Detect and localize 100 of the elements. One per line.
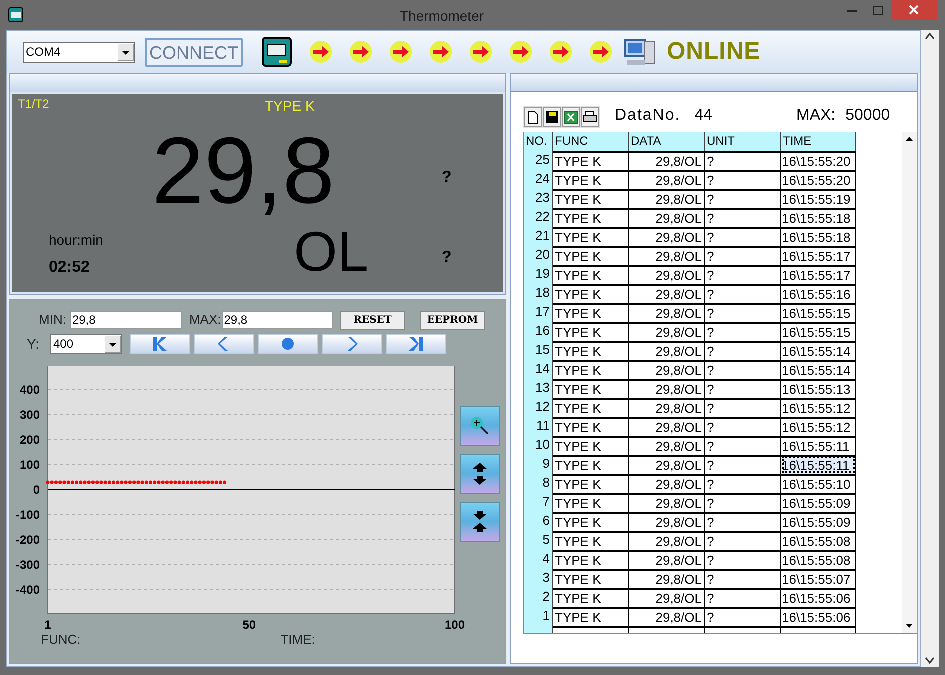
close-button[interactable] xyxy=(891,0,937,20)
table-cell: 29,8/OL xyxy=(629,493,705,512)
table-cell[interactable]: 16\15:55:06 xyxy=(781,607,856,626)
table-cell[interactable]: 16\15:55:08 xyxy=(781,550,856,569)
table-cell: ? xyxy=(705,322,781,341)
table-cell: TYPE K xyxy=(553,512,629,531)
main-unit: ? xyxy=(442,168,452,188)
nav-button[interactable] xyxy=(386,334,446,354)
excel-button[interactable] xyxy=(562,107,580,127)
nav-button[interactable] xyxy=(130,334,190,354)
table-cell[interactable]: 16\15:55:18 xyxy=(781,208,856,227)
row-number: 12 xyxy=(524,398,553,417)
table-cell[interactable]: 16\15:55:18 xyxy=(781,227,856,246)
table-cell[interactable]: 16\15:55:14 xyxy=(781,341,856,360)
port-select[interactable]: COM4 xyxy=(23,42,135,62)
nav-button[interactable] xyxy=(322,334,382,354)
table-cell: 29,8/OL xyxy=(629,227,705,246)
max-field[interactable]: 29,8 xyxy=(222,311,334,329)
table-cell: ? xyxy=(705,531,781,550)
table-cell[interactable]: 16\15:55:08 xyxy=(781,531,856,550)
table-cell[interactable]: 16\15:55:17 xyxy=(781,265,856,284)
table-cell: 29,8/OL xyxy=(629,512,705,531)
compress-button[interactable] xyxy=(460,502,500,542)
table-cell[interactable]: 16\15:55:15 xyxy=(781,303,856,322)
last-icon xyxy=(407,337,426,351)
time-caption: hour:min xyxy=(49,231,104,250)
row-number: 22 xyxy=(524,208,553,227)
table-cell: ? xyxy=(705,303,781,322)
row-number: 3 xyxy=(524,569,553,588)
table-cell[interactable]: 16\15:55:11 xyxy=(781,436,856,455)
save-button[interactable] xyxy=(543,107,561,127)
func-label: FUNC: xyxy=(41,631,81,649)
table-cell: ? xyxy=(705,284,781,303)
table-cell: TYPE K xyxy=(553,607,629,626)
table-cell: 29,8/OL xyxy=(629,550,705,569)
table-cell[interactable]: 16\15:55:17 xyxy=(781,246,856,265)
table-cell: ? xyxy=(705,246,781,265)
table-cell: ? xyxy=(705,417,781,436)
table-cell[interactable]: 16\15:55:16 xyxy=(781,284,856,303)
table-cell: 29,8/OL xyxy=(629,588,705,607)
first-icon xyxy=(151,337,170,351)
table-cell: TYPE K xyxy=(553,246,629,265)
table-cell[interactable]: 16\15:55:10 xyxy=(781,474,856,493)
sub-unit: ? xyxy=(442,248,452,268)
dot-icon xyxy=(281,337,296,351)
table-cell: 29,8/OL xyxy=(629,569,705,588)
table-cell[interactable]: 16\15:55:19 xyxy=(781,189,856,208)
table-cell: TYPE K xyxy=(553,550,629,569)
main-reading: 29,8 xyxy=(152,124,335,218)
eeprom-button[interactable]: EEPROM xyxy=(420,310,486,330)
expand-button[interactable] xyxy=(460,454,500,494)
table-cell: TYPE K xyxy=(553,493,629,512)
mode-label: T1/T2 xyxy=(18,96,50,113)
min-field[interactable]: 29,8 xyxy=(70,311,182,329)
nav-button[interactable] xyxy=(194,334,254,354)
new-file-button[interactable] xyxy=(524,107,542,127)
reset-button[interactable]: RESET xyxy=(340,310,406,330)
row-number: 11 xyxy=(524,417,553,436)
x-tick-label: 50 xyxy=(242,618,256,632)
meter-icon xyxy=(261,36,293,68)
nav-button[interactable] xyxy=(258,334,318,354)
table-cell: ? xyxy=(705,588,781,607)
table-cell: ? xyxy=(705,474,781,493)
table-cell: TYPE K xyxy=(553,379,629,398)
table-cell: ? xyxy=(705,227,781,246)
table-cell[interactable]: 16\15:55:07 xyxy=(781,569,856,588)
print-button[interactable] xyxy=(581,107,599,127)
dropdown-arrow-icon xyxy=(118,44,134,60)
table-cell[interactable]: 16\15:55:13 xyxy=(781,379,856,398)
table-cell: TYPE K xyxy=(553,208,629,227)
table-cell[interactable]: 16\15:55:06 xyxy=(781,588,856,607)
scroll-down-icon xyxy=(925,657,935,665)
table-cell: 29,8/OL xyxy=(629,246,705,265)
table-cell[interactable]: 16\15:55:14 xyxy=(781,360,856,379)
table-cell[interactable]: 16\15:55:20 xyxy=(781,170,856,189)
row-number: 10 xyxy=(524,436,553,455)
table-cell[interactable]: 16\15:55:15 xyxy=(781,322,856,341)
table-cell: 29,8/OL xyxy=(629,531,705,550)
table-cell[interactable]: 16\15:55:20 xyxy=(781,151,856,170)
window-title: Thermometer xyxy=(400,7,484,26)
table-cell[interactable]: 16\15:55:12 xyxy=(781,398,856,417)
table-cell: ? xyxy=(705,208,781,227)
table-cell: 29,8/OL xyxy=(629,474,705,493)
table-cell[interactable]: 16\15:55:11 xyxy=(781,455,856,474)
table-cell[interactable]: 16\15:55:09 xyxy=(781,512,856,531)
y-range-select[interactable]: 400 xyxy=(50,334,122,354)
row-number: 23 xyxy=(524,189,553,208)
x-tick-label: 1 xyxy=(44,618,52,632)
connect-button[interactable]: CONNECT xyxy=(145,38,243,66)
table-cell: ? xyxy=(705,398,781,417)
table-cell[interactable]: 16\15:55:09 xyxy=(781,493,856,512)
table-cell: ? xyxy=(705,493,781,512)
window-scrollbar[interactable] xyxy=(921,30,939,667)
table-cell: 29,8/OL xyxy=(629,398,705,417)
max-records-label: MAX: xyxy=(796,106,836,126)
row-number: 2 xyxy=(524,588,553,607)
vertical-scrollbar[interactable] xyxy=(902,132,917,633)
table-cell[interactable]: 16\15:55:12 xyxy=(781,417,856,436)
table-cell: TYPE K xyxy=(553,151,629,170)
y-tick-label: 200 xyxy=(20,433,40,447)
